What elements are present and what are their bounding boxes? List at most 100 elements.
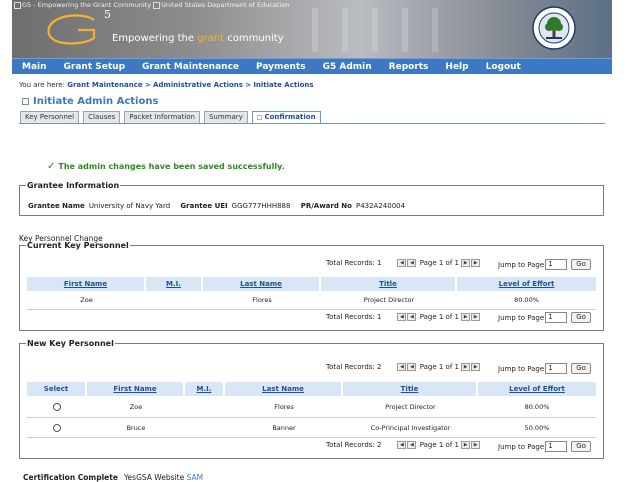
cell-last-name: Flores — [274, 403, 294, 411]
page-indicator: Page 1 of 1 — [419, 259, 459, 267]
col-first-name[interactable]: First Name — [87, 382, 185, 396]
jump-to-page-input[interactable]: 1 — [545, 259, 568, 270]
new-kp-jump-bottom: Jump to Page 1 Go — [498, 441, 591, 452]
gsa-website-label: GSA Website — [136, 473, 185, 482]
row-divider — [27, 309, 596, 310]
next-page-icon[interactable]: ▶ — [461, 259, 471, 267]
breadcrumb: You are here: Grant Maintenance > Admini… — [19, 81, 314, 89]
grantee-uei-label: Grantee UEI — [180, 202, 228, 210]
banner-decoration — [402, 8, 408, 52]
jump-to-page-input[interactable]: 1 — [545, 312, 568, 323]
total-records-label: Total Records: — [326, 313, 375, 321]
tab-clauses[interactable]: Clauses — [83, 111, 121, 123]
grantee-uei-value: GGG777HHH888 — [231, 202, 291, 210]
total-records-value: 1 — [377, 259, 382, 267]
next-page-icon[interactable]: ▶ — [461, 313, 471, 321]
sam-link[interactable]: SAM — [187, 473, 204, 482]
breadcrumb-initiate-actions[interactable]: Initiate Actions — [253, 81, 313, 89]
col-level-of-effort[interactable]: Level of Effort — [478, 382, 596, 396]
col-mi[interactable]: M.I. — [146, 277, 203, 291]
tagline-post: community — [224, 33, 284, 44]
first-page-icon[interactable]: ◀ — [397, 313, 407, 321]
total-records-label: Total Records: — [326, 363, 375, 371]
cell-level-of-effort: 80.00% — [524, 403, 550, 411]
tab-packet-information[interactable]: Packet Information — [124, 111, 200, 123]
nav-payments[interactable]: Payments — [246, 62, 313, 72]
cell-last-name: Flores — [252, 296, 272, 304]
tab-key-personnel[interactable]: Key Personnel — [20, 111, 80, 123]
banner-decoration — [342, 8, 348, 52]
nav-g5-admin[interactable]: G5 Admin — [313, 62, 379, 72]
jump-to-page-label: Jump to Page — [498, 364, 545, 373]
go-button[interactable]: Go — [571, 441, 591, 452]
go-button[interactable]: Go — [571, 312, 591, 323]
cell-select — [27, 419, 87, 437]
prev-page-icon[interactable]: ◀ — [407, 259, 417, 267]
prev-page-icon[interactable]: ◀ — [407, 441, 417, 449]
nav-help[interactable]: Help — [435, 62, 475, 72]
go-button[interactable]: Go — [571, 363, 591, 374]
next-page-icon[interactable]: ▶ — [461, 363, 471, 371]
current-kp-table-header: First Name M.I. Last Name Title Level of… — [27, 277, 596, 291]
next-page-icon[interactable]: ▶ — [461, 441, 471, 449]
main-nav: Main Grant Setup Grant Maintenance Payme… — [12, 58, 612, 74]
breadcrumb-prefix: You are here: — [19, 81, 65, 89]
col-mi[interactable]: M.I. — [185, 382, 225, 396]
tab-summary[interactable]: Summary — [203, 111, 248, 123]
table-row: Zoe Flores Project Director 80.00% — [27, 291, 596, 309]
certification-value: Yes — [123, 473, 137, 482]
first-page-icon[interactable]: ◀ — [397, 441, 407, 449]
col-first-name[interactable]: First Name — [27, 277, 146, 291]
current-kp-jump-bottom: Jump to Page 1 Go — [498, 312, 591, 323]
first-page-icon[interactable]: ◀ — [397, 363, 407, 371]
last-page-icon[interactable]: ▶ — [471, 259, 481, 267]
breadcrumb-administrative-actions[interactable]: Administrative Actions — [153, 81, 243, 89]
new-kp-jump-top: Jump to Page 1 Go — [498, 363, 591, 374]
breadcrumb-grant-maintenance[interactable]: Grant Maintenance — [67, 81, 142, 89]
cell-level-of-effort: 80.00% — [514, 296, 539, 304]
col-title[interactable]: Title — [343, 382, 478, 396]
col-last-name[interactable]: Last Name — [225, 382, 343, 396]
last-page-icon[interactable]: ▶ — [471, 363, 481, 371]
cell-mi — [185, 419, 225, 437]
nav-logout[interactable]: Logout — [476, 62, 528, 72]
new-kp-table-header: Select First Name M.I. Last Name Title L… — [27, 382, 596, 396]
nav-reports[interactable]: Reports — [379, 62, 436, 72]
select-radio[interactable] — [53, 424, 61, 432]
col-last-name[interactable]: Last Name — [203, 277, 321, 291]
current-kp-jump-top: Jump to Page 1 Go — [498, 259, 591, 270]
certification-label: Certification Complete — [23, 473, 118, 482]
tab-strip: Key Personnel Clauses Packet Information… — [20, 111, 325, 123]
breadcrumb-separator: > — [144, 81, 151, 89]
select-radio[interactable] — [53, 403, 61, 411]
total-records-value: 1 — [377, 313, 382, 321]
jump-to-page-input[interactable]: 1 — [545, 441, 568, 452]
jump-to-page-label: Jump to Page — [498, 260, 545, 269]
col-level-of-effort[interactable]: Level of Effort — [457, 277, 596, 291]
tab-confirmation[interactable]: □ Confirmation — [251, 111, 321, 123]
header-banner: G5 - Empowering the Grant Community Unit… — [12, 0, 612, 58]
prev-page-icon[interactable]: ◀ — [407, 313, 417, 321]
nav-grant-setup[interactable]: Grant Setup — [54, 62, 132, 72]
last-page-icon[interactable]: ▶ — [471, 441, 481, 449]
g5-logo-icon — [47, 14, 96, 45]
banner-alt-text: G5 - Empowering the Grant Community Unit… — [14, 1, 289, 9]
award-number-label: PR/Award No — [300, 202, 352, 210]
first-page-icon[interactable]: ◀ — [397, 259, 407, 267]
page-indicator: Page 1 of 1 — [419, 441, 459, 449]
prev-page-icon[interactable]: ◀ — [407, 363, 417, 371]
jump-to-page-input[interactable]: 1 — [545, 363, 568, 374]
last-page-icon[interactable]: ▶ — [471, 313, 481, 321]
new-kp-pager-top: Total Records: 2 ◀ ◀ Page 1 of 1 ▶ ▶ — [326, 363, 481, 371]
go-button[interactable]: Go — [571, 259, 591, 270]
nav-main[interactable]: Main — [12, 62, 54, 72]
new-key-personnel-legend: New Key Personnel — [27, 339, 114, 348]
page-title-text: Initiate Admin Actions — [33, 96, 159, 107]
banner-decoration — [372, 8, 378, 52]
broken-image-icon — [153, 1, 161, 9]
col-title[interactable]: Title — [321, 277, 457, 291]
banner-decoration — [432, 8, 438, 52]
collapse-icon[interactable] — [22, 97, 29, 105]
banner-alt-2: United States Department of Education — [161, 1, 290, 9]
nav-grant-maintenance[interactable]: Grant Maintenance — [132, 62, 246, 72]
